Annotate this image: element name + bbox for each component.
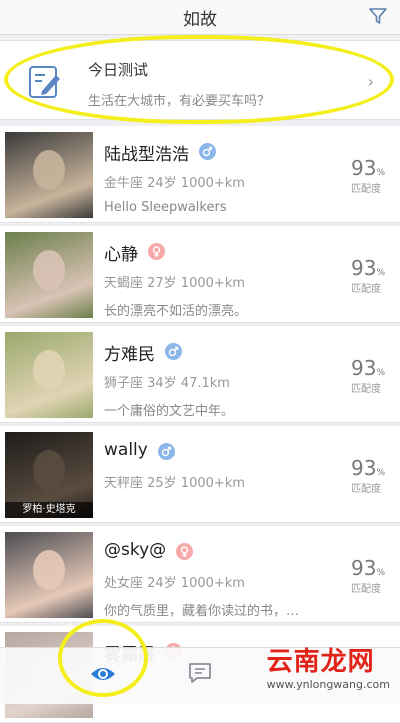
filter-icon[interactable]	[368, 6, 388, 26]
avatar[interactable]	[5, 132, 93, 218]
user-bio: 一个庸俗的文艺中年。	[104, 404, 235, 419]
user-name: 心静	[104, 245, 138, 265]
match-percent: 93%	[351, 356, 386, 380]
chevron-right-icon: ›	[367, 72, 374, 91]
watermark: 云南龙网 www.ynlongwang.com	[267, 641, 390, 691]
match-percent: 93%	[351, 156, 386, 180]
avatar[interactable]	[5, 232, 93, 318]
avatar[interactable]	[5, 532, 93, 618]
user-bio: 你的气质里，藏着你读过的书，…	[104, 604, 300, 619]
user-meta: 天蝎座 27岁 1000+km	[104, 276, 245, 291]
message-icon[interactable]	[188, 661, 212, 685]
app-title: 如故	[183, 10, 217, 30]
percent-unit: %	[376, 268, 386, 278]
avatar[interactable]: 罗柏·史塔克	[5, 432, 93, 518]
male-icon	[158, 443, 175, 460]
highlight-annotation-tab	[58, 619, 148, 697]
user-row[interactable]: 方难民狮子座 34岁 47.1km 一个庸俗的文艺中年。 93% 匹配度	[0, 326, 400, 423]
user-row[interactable]: 陆战型浩浩金牛座 24岁 1000+km Hello Sleepwalkers 93…	[0, 126, 400, 223]
user-name: wally	[104, 440, 148, 460]
user-meta: 金牛座 24岁 1000+km	[104, 176, 245, 191]
daily-test-title: 今日测试	[88, 61, 149, 79]
percent-unit: %	[376, 468, 386, 478]
user-meta: 天秤座 25岁 1000+km	[104, 476, 245, 491]
daily-test-subtitle: 生活在大城市，有必要买车吗？	[88, 94, 271, 109]
male-icon	[165, 343, 182, 360]
user-row[interactable]: 罗柏·史塔克 wally 天秤座 25岁 1000+km 93% 匹配度	[0, 426, 400, 523]
percent-unit: %	[376, 168, 386, 178]
user-meta: 狮子座 34岁 47.1km	[104, 376, 230, 391]
user-row[interactable]: @sky@ 处女座 24岁 1000+km 你的气质里，藏着你读过的书，… 93% 匹配…	[0, 526, 400, 623]
user-bio: 长的漂亮不如活的漂亮。	[104, 304, 248, 319]
match-label: 匹配度	[351, 184, 381, 195]
daily-test-card[interactable]: 今日测试 生活在大城市，有必要买车吗？ ›	[0, 40, 400, 120]
match-percent: 93%	[351, 256, 386, 280]
match-percent: 93%	[351, 456, 386, 480]
avatar-face	[33, 450, 65, 490]
female-icon	[176, 543, 193, 560]
user-name: @sky@	[104, 540, 167, 560]
user-row[interactable]: 心静天蝎座 27岁 1000+km 长的漂亮不如活的漂亮。 93% 匹配度	[0, 226, 400, 323]
avatar-face	[33, 250, 65, 290]
male-icon	[199, 143, 216, 160]
avatar-caption: 罗柏·史塔克	[5, 502, 93, 518]
user-name: 陆战型浩浩	[104, 145, 189, 165]
top-bar: 如故	[0, 0, 400, 35]
avatar-face	[33, 150, 65, 190]
percent-unit: %	[376, 368, 386, 378]
test-paper-icon	[29, 66, 60, 98]
match-label: 匹配度	[351, 284, 381, 295]
watermark-sub: www.ynlongwang.com	[266, 678, 390, 691]
match-label: 匹配度	[351, 384, 381, 395]
female-icon	[148, 243, 165, 260]
avatar-face	[33, 550, 65, 590]
user-bio: Hello Sleepwalkers	[104, 200, 227, 215]
user-name: 方难民	[104, 345, 155, 365]
match-label: 匹配度	[351, 484, 381, 495]
match-label: 匹配度	[351, 584, 381, 595]
user-meta: 处女座 24岁 1000+km	[104, 576, 245, 591]
percent-unit: %	[376, 568, 386, 578]
watermark-main: 云南龙网	[266, 647, 375, 677]
avatar-face	[33, 350, 65, 390]
match-percent: 93%	[351, 556, 386, 580]
avatar[interactable]	[5, 332, 93, 418]
